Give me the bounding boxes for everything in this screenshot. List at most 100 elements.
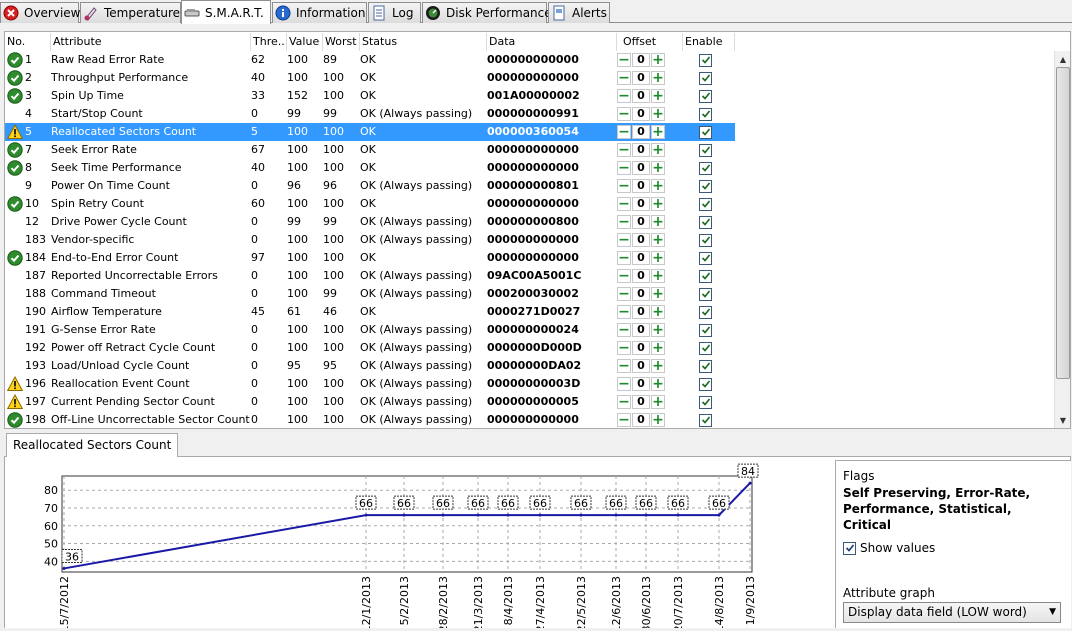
offset-stepper[interactable]: −0 + [617, 159, 681, 177]
offset-value[interactable]: 0 [632, 377, 650, 391]
enable-checkbox[interactable] [699, 341, 712, 355]
plus-icon[interactable]: + [651, 305, 665, 319]
enable-checkbox[interactable] [699, 125, 712, 139]
tab-s-m-a-r-t[interactable]: S.M.A.R.T. [181, 0, 271, 24]
offset-stepper[interactable]: −0 + [617, 285, 681, 303]
show-values-checkbox[interactable] [843, 541, 856, 555]
offset-value[interactable]: 0 [632, 161, 650, 175]
col-offset[interactable]: Offset [617, 33, 683, 51]
table-row[interactable]: 191 G-Sense Error Rate 0 100 100 OK (Always p… [5, 321, 735, 339]
attribute-graph-select[interactable]: Display data field (LOW word) ▼ [843, 602, 1061, 623]
show-values-option[interactable]: Show values [843, 541, 935, 555]
offset-value[interactable]: 0 [632, 125, 650, 139]
minus-icon[interactable]: − [617, 125, 631, 139]
plus-icon[interactable]: + [651, 89, 665, 103]
enable-checkbox[interactable] [699, 53, 712, 67]
enable-checkbox[interactable] [699, 215, 712, 229]
offset-value[interactable]: 0 [632, 197, 650, 211]
tab-overview[interactable]: Overview [0, 2, 81, 23]
minus-icon[interactable]: − [617, 215, 631, 229]
enable-checkbox[interactable] [699, 251, 712, 265]
plus-icon[interactable]: + [651, 287, 665, 301]
enable-checkbox[interactable] [699, 359, 712, 373]
minus-icon[interactable]: − [617, 305, 631, 319]
minus-icon[interactable]: − [617, 413, 631, 427]
offset-value[interactable]: 0 [632, 251, 650, 265]
offset-stepper[interactable]: −0 + [617, 213, 681, 231]
table-row[interactable]: 5 Reallocated Sectors Count 5 100 100 OK 00000… [5, 123, 735, 141]
col-threshold[interactable]: Thre... [251, 33, 287, 51]
offset-stepper[interactable]: −0 + [617, 87, 681, 105]
offset-stepper[interactable]: −0 + [617, 177, 681, 195]
enable-checkbox[interactable] [699, 269, 712, 283]
enable-checkbox[interactable] [699, 395, 712, 409]
table-row[interactable]: 197 Current Pending Sector Count 0 100 100 OK… [5, 393, 735, 411]
plus-icon[interactable]: + [651, 359, 665, 373]
plus-icon[interactable]: + [651, 179, 665, 193]
table-row[interactable]: 184 End-to-End Error Count 97 100 100 OK 00000… [5, 249, 735, 267]
table-row[interactable]: 188 Command Timeout 0 100 99 OK (Always passi… [5, 285, 735, 303]
plus-icon[interactable]: + [651, 215, 665, 229]
plus-icon[interactable]: + [651, 233, 665, 247]
enable-checkbox[interactable] [699, 71, 712, 85]
plus-icon[interactable]: + [651, 53, 665, 67]
offset-stepper[interactable]: −0 + [617, 411, 681, 428]
plus-icon[interactable]: + [651, 269, 665, 283]
minus-icon[interactable]: − [617, 233, 631, 247]
table-row[interactable]: 2 Throughput Performance 40 100 100 OK 0000000… [5, 69, 735, 87]
enable-checkbox[interactable] [699, 89, 712, 103]
offset-stepper[interactable]: −0 + [617, 339, 681, 357]
plus-icon[interactable]: + [651, 413, 665, 427]
table-row[interactable]: 193 Load/Unload Cycle Count 0 95 95 OK (Alway… [5, 357, 735, 375]
offset-value[interactable]: 0 [632, 233, 650, 247]
enable-checkbox[interactable] [699, 161, 712, 175]
enable-checkbox[interactable] [699, 377, 712, 391]
col-worst[interactable]: Worst [323, 33, 360, 51]
offset-value[interactable]: 0 [632, 305, 650, 319]
enable-checkbox[interactable] [699, 413, 712, 427]
offset-value[interactable]: 0 [632, 287, 650, 301]
col-status[interactable]: Status [360, 33, 487, 51]
plus-icon[interactable]: + [651, 125, 665, 139]
minus-icon[interactable]: − [617, 179, 631, 193]
minus-icon[interactable]: − [617, 359, 631, 373]
enable-checkbox[interactable] [699, 107, 712, 121]
tab-information[interactable]: Information [272, 2, 367, 23]
offset-stepper[interactable]: −0 + [617, 123, 681, 141]
table-row[interactable]: 10 Spin Retry Count 60 100 100 OK 000000000000… [5, 195, 735, 213]
offset-stepper[interactable]: −0 + [617, 249, 681, 267]
table-row[interactable]: 7 Seek Error Rate 67 100 100 OK 000000000000 −0… [5, 141, 735, 159]
minus-icon[interactable]: − [617, 269, 631, 283]
minus-icon[interactable]: − [617, 395, 631, 409]
offset-value[interactable]: 0 [632, 143, 650, 157]
offset-value[interactable]: 0 [632, 89, 650, 103]
minus-icon[interactable]: − [617, 251, 631, 265]
table-row[interactable]: 198 Off-Line Uncorrectable Sector Count 0 1… [5, 411, 735, 428]
offset-stepper[interactable]: −0 + [617, 393, 681, 411]
plus-icon[interactable]: + [651, 395, 665, 409]
minus-icon[interactable]: − [617, 89, 631, 103]
minus-icon[interactable]: − [617, 377, 631, 391]
col-enable[interactable]: Enable [683, 33, 735, 51]
plus-icon[interactable]: + [651, 377, 665, 391]
offset-value[interactable]: 0 [632, 179, 650, 193]
col-attribute[interactable]: Attribute [51, 33, 251, 51]
offset-value[interactable]: 0 [632, 71, 650, 85]
enable-checkbox[interactable] [699, 233, 712, 247]
minus-icon[interactable]: − [617, 107, 631, 121]
offset-value[interactable]: 0 [632, 359, 650, 373]
plus-icon[interactable]: + [651, 107, 665, 121]
offset-stepper[interactable]: −0 + [617, 303, 681, 321]
offset-stepper[interactable]: −0 + [617, 267, 681, 285]
offset-stepper[interactable]: −0 + [617, 231, 681, 249]
scroll-up-icon[interactable]: ▲ [1055, 51, 1070, 67]
table-row[interactable]: 190 Airflow Temperature 45 61 46 OK 0000271D00… [5, 303, 735, 321]
minus-icon[interactable]: − [617, 323, 631, 337]
table-row[interactable]: 196 Reallocation Event Count 0 100 100 OK (Al… [5, 375, 735, 393]
col-data[interactable]: Data [487, 33, 617, 51]
offset-value[interactable]: 0 [632, 323, 650, 337]
offset-stepper[interactable]: −0 + [617, 321, 681, 339]
scrollbar-thumb[interactable] [1056, 67, 1070, 379]
offset-value[interactable]: 0 [632, 269, 650, 283]
tab-disk-performance[interactable]: Disk Performance [422, 2, 552, 23]
